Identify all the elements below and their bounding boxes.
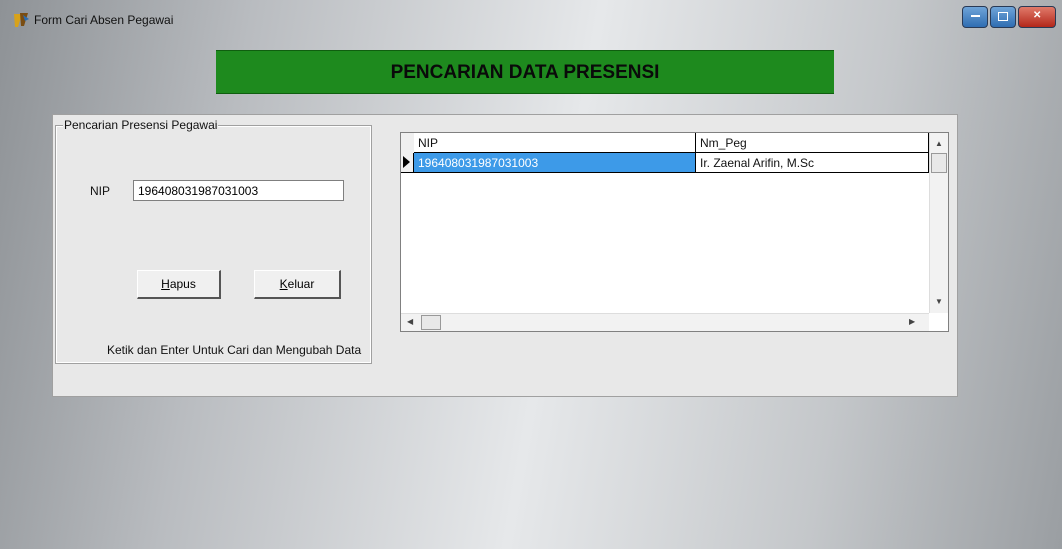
scroll-left-icon[interactable]: ◀ <box>407 317 413 326</box>
maximize-button[interactable] <box>990 6 1016 28</box>
column-header-nm-peg[interactable]: Nm_Peg <box>696 133 929 153</box>
data-grid[interactable]: NIP Nm_Peg 196408031987031003 Ir. Zaenal… <box>400 132 949 332</box>
header-banner: PENCARIAN DATA PRESENSI <box>216 50 834 94</box>
vertical-scroll-thumb[interactable] <box>931 153 947 173</box>
minimize-icon <box>971 15 980 17</box>
column-header-nip[interactable]: NIP <box>414 133 696 153</box>
app-window: Form Cari Absen Pegawai ✕ PENCARIAN DATA… <box>0 0 1062 549</box>
banner-title: PENCARIAN DATA PRESENSI <box>390 62 660 83</box>
vertical-scrollbar[interactable]: ▲ ▼ <box>929 133 948 313</box>
nip-label: NIP <box>90 184 111 198</box>
maximize-icon <box>998 12 1008 21</box>
window-title: Form Cari Absen Pegawai <box>34 13 174 27</box>
groupbox-legend: Pencarian Presensi Pegawai <box>63 118 219 132</box>
hapus-label: apus <box>169 277 196 291</box>
hint-text: Ketik dan Enter Untuk Cari dan Mengubah … <box>107 343 362 357</box>
current-row-arrow-icon <box>403 156 410 168</box>
close-button[interactable]: ✕ <box>1018 6 1056 28</box>
scroll-down-icon[interactable]: ▼ <box>935 297 943 306</box>
nip-input[interactable] <box>133 180 344 201</box>
table-cell-nm-peg[interactable]: Ir. Zaenal Arifin, M.Sc <box>696 153 929 173</box>
title-bar[interactable]: Form Cari Absen Pegawai ✕ <box>0 0 1062 34</box>
delphi-app-icon <box>14 13 29 27</box>
horizontal-scroll-thumb[interactable] <box>421 315 441 330</box>
keluar-button[interactable]: Keluar <box>254 270 341 299</box>
table-cell-nip[interactable]: 196408031987031003 <box>414 153 696 173</box>
scroll-right-icon[interactable]: ▶ <box>909 317 915 326</box>
row-indicator[interactable] <box>401 153 414 173</box>
hapus-button[interactable]: Hapus <box>137 270 221 299</box>
keluar-label: eluar <box>287 277 315 291</box>
keluar-mnemonic: K <box>279 277 288 291</box>
hapus-mnemonic: H <box>161 277 170 291</box>
horizontal-scrollbar[interactable]: ◀ ▶ <box>401 313 929 331</box>
close-icon: ✕ <box>1033 10 1042 21</box>
scroll-up-icon[interactable]: ▲ <box>935 139 943 148</box>
search-groupbox <box>55 125 372 364</box>
minimize-button[interactable] <box>962 6 988 28</box>
